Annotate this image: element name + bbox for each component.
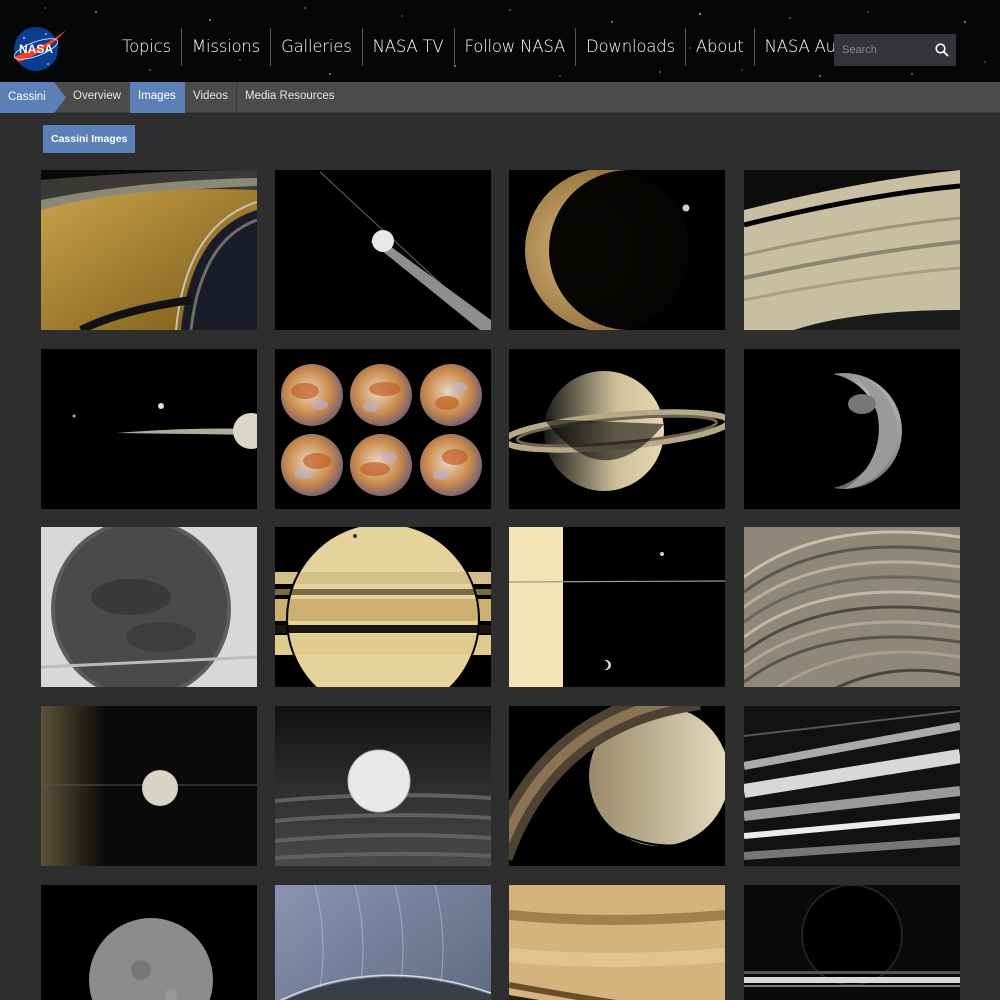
search-box bbox=[834, 34, 956, 66]
mission-subnav: Cassini Overview Images Videos Media Res… bbox=[0, 82, 1000, 113]
nav-follow-nasa[interactable]: Follow NASA bbox=[453, 28, 576, 66]
gallery-thumbnail[interactable] bbox=[744, 349, 960, 509]
nasa-logo[interactable]: NASA bbox=[10, 24, 68, 74]
breadcrumb[interactable]: Cassini bbox=[0, 82, 66, 113]
gallery-thumbnail[interactable] bbox=[744, 885, 960, 1000]
gallery-thumbnail[interactable] bbox=[275, 706, 491, 866]
gallery-thumbnail[interactable] bbox=[509, 349, 725, 509]
site-header: NASA Topics Missions Galleries NASA TV F… bbox=[0, 0, 1000, 82]
nav-downloads[interactable]: Downloads bbox=[575, 28, 685, 66]
tab-videos[interactable]: Videos bbox=[185, 82, 236, 113]
logo-wordmark: NASA bbox=[19, 42, 53, 56]
gallery-thumbnail[interactable] bbox=[41, 349, 257, 509]
nav-about[interactable]: About bbox=[684, 28, 754, 66]
section-label: Cassini Images bbox=[43, 125, 136, 153]
nav-nasa-tv[interactable]: NASA TV bbox=[361, 28, 454, 66]
tab-images[interactable]: Images bbox=[130, 82, 185, 113]
tab-overview[interactable]: Overview bbox=[65, 82, 129, 113]
gallery-thumbnail[interactable] bbox=[744, 527, 960, 687]
gallery-thumbnail[interactable] bbox=[275, 885, 491, 1000]
gallery-thumbnail[interactable] bbox=[509, 527, 725, 687]
gallery-thumbnail[interactable] bbox=[744, 170, 960, 330]
nav-galleries[interactable]: Galleries bbox=[270, 28, 362, 66]
gallery-thumbnail[interactable] bbox=[509, 885, 725, 1000]
breadcrumb-label: Cassini bbox=[8, 91, 46, 103]
nav-missions[interactable]: Missions bbox=[180, 28, 270, 66]
gallery-thumbnail[interactable] bbox=[509, 170, 725, 330]
tab-media-resources[interactable]: Media Resources bbox=[236, 82, 342, 113]
search-icon[interactable] bbox=[930, 34, 954, 66]
nav-topics[interactable]: Topics bbox=[112, 28, 181, 66]
gallery-thumbnail[interactable] bbox=[41, 527, 257, 687]
gallery-thumbnail[interactable] bbox=[509, 706, 725, 866]
gallery-thumbnail[interactable] bbox=[275, 527, 491, 687]
primary-nav: Topics Missions Galleries NASA TV Follow… bbox=[112, 27, 908, 67]
gallery-thumbnail[interactable] bbox=[41, 706, 257, 866]
gallery-thumbnail[interactable] bbox=[275, 170, 491, 330]
gallery-thumbnail[interactable] bbox=[275, 349, 491, 509]
gallery-thumbnail[interactable] bbox=[744, 706, 960, 866]
gallery-thumbnail[interactable] bbox=[41, 170, 257, 330]
page: NASA Topics Missions Galleries NASA TV F… bbox=[0, 0, 1000, 1000]
search-input[interactable] bbox=[834, 44, 930, 56]
gallery-thumbnail[interactable] bbox=[41, 885, 257, 1000]
